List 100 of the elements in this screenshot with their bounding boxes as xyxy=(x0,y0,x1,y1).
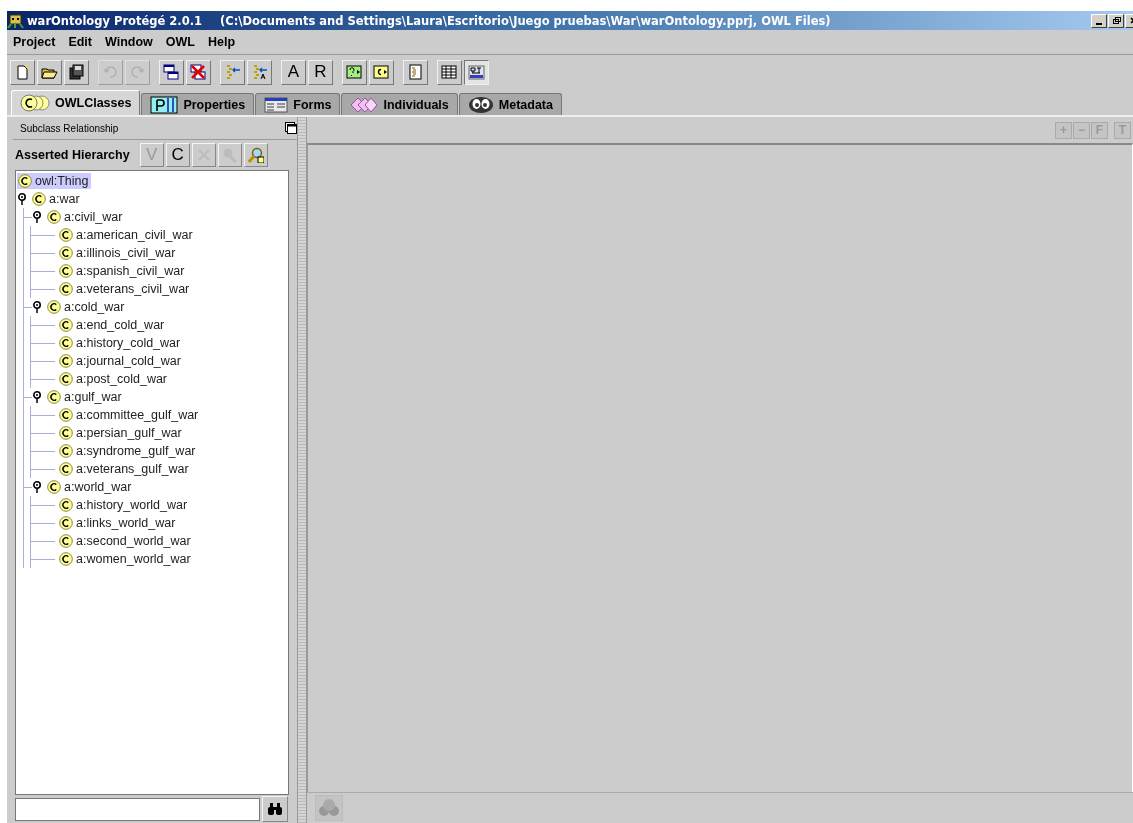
document-button[interactable] xyxy=(403,59,428,85)
tab[interactable]: OWLClasses xyxy=(11,90,141,115)
toolbar-button[interactable]: A xyxy=(281,59,306,85)
class-icon xyxy=(59,246,73,260)
tab[interactable]: Metadata xyxy=(458,93,562,115)
expanded-handle-icon[interactable] xyxy=(32,481,42,493)
tree-item[interactable]: a:gulf_war xyxy=(46,389,124,405)
redo-icon xyxy=(129,63,146,81)
tree-arrow-icon xyxy=(224,63,241,81)
app-logo-icon xyxy=(7,12,24,29)
binoculars-icon xyxy=(318,798,340,818)
tree-item[interactable]: a:cold_war xyxy=(46,299,127,315)
windows-button[interactable] xyxy=(159,59,184,85)
class-icon xyxy=(59,318,73,332)
delete-windows-icon xyxy=(190,63,207,81)
tree-item[interactable]: a:history_cold_war xyxy=(58,335,183,351)
search-field[interactable] xyxy=(15,797,260,821)
class-icon xyxy=(59,336,73,350)
class-icon xyxy=(59,552,73,566)
tree-item[interactable]: a:veterans_civil_war xyxy=(58,281,192,297)
ovals-icon xyxy=(467,95,494,114)
tree-item[interactable]: a:world_war xyxy=(46,479,134,495)
tree-item[interactable]: a:war xyxy=(31,191,82,207)
windows-icon[interactable] xyxy=(285,122,297,134)
table-button[interactable] xyxy=(437,59,462,85)
question-play-button[interactable] xyxy=(342,59,367,85)
windows-icon xyxy=(163,63,180,81)
undo-icon xyxy=(102,63,119,81)
toolbar-button[interactable]: C xyxy=(165,143,190,167)
class-icon xyxy=(59,282,73,296)
tree-item[interactable]: owl:Thing xyxy=(17,173,91,189)
class-icon xyxy=(59,228,73,242)
file-path: (C:\Documents and Settings\Laura\Escritorio\Juego pruebas\War\warOntology.pprj, OWL Files) xyxy=(220,13,831,28)
tree-item[interactable]: a:women_world_war xyxy=(58,551,193,567)
help-button[interactable] xyxy=(464,59,489,85)
class-icon xyxy=(59,534,73,548)
form-icon xyxy=(264,96,289,113)
tree-item[interactable]: a:persian_gulf_war xyxy=(58,425,184,441)
restore-button[interactable] xyxy=(1108,13,1124,28)
restore-icon xyxy=(1111,16,1121,25)
binoculars-icon xyxy=(267,802,283,816)
table-icon xyxy=(441,63,458,81)
properties-icon xyxy=(150,95,179,114)
tab[interactable]: Individuals xyxy=(341,93,458,115)
expanded-handle-icon[interactable] xyxy=(17,193,27,205)
class-play-button[interactable] xyxy=(369,59,394,85)
tree-arrow-button[interactable] xyxy=(220,59,245,85)
class-icon xyxy=(18,174,32,188)
class-icon xyxy=(59,444,73,458)
help-icon xyxy=(468,63,485,81)
menu-item[interactable]: Project xyxy=(13,35,56,49)
search-class-icon xyxy=(247,147,264,163)
tree-item[interactable]: a:american_civil_war xyxy=(58,227,195,243)
minimize-button[interactable] xyxy=(1091,13,1107,28)
save-button[interactable] xyxy=(64,59,89,85)
menu-item[interactable]: Window xyxy=(105,35,153,49)
expanded-handle-icon[interactable] xyxy=(32,211,42,223)
new-file-button[interactable] xyxy=(10,59,35,85)
tree-item[interactable]: a:journal_cold_war xyxy=(58,353,183,369)
class-play-icon xyxy=(373,63,390,81)
class-icon xyxy=(59,516,73,530)
expanded-handle-icon[interactable] xyxy=(32,391,42,403)
tree-item[interactable]: a:veterans_gulf_war xyxy=(58,461,191,477)
tab[interactable]: Properties xyxy=(141,93,255,115)
tree-item[interactable]: a:post_cold_war xyxy=(58,371,170,387)
menu-item[interactable]: Help xyxy=(207,35,236,49)
new-file-icon xyxy=(14,63,31,81)
menu-item[interactable]: Edit xyxy=(68,35,92,49)
tree-item[interactable]: a:illinois_civil_war xyxy=(58,245,178,261)
class-icon xyxy=(47,210,61,224)
save-icon xyxy=(68,63,85,81)
panel-title: Subclass Relationship xyxy=(20,122,120,134)
tree-item[interactable]: a:second_world_war xyxy=(58,533,193,549)
delete-windows-button[interactable] xyxy=(186,59,211,85)
tree-arrow-button[interactable] xyxy=(247,59,272,85)
tree-item[interactable]: a:syndrome_gulf_war xyxy=(58,443,198,459)
minimize-icon xyxy=(1096,22,1102,25)
class-icon xyxy=(47,480,61,494)
class-icon xyxy=(47,390,61,404)
tree-item[interactable]: a:history_world_war xyxy=(58,497,190,513)
classes-icon xyxy=(20,94,50,112)
menu-item[interactable]: OWL xyxy=(165,35,195,49)
tree-arrow-icon xyxy=(251,63,268,81)
question-play-icon xyxy=(346,63,363,81)
class-icon xyxy=(47,300,61,314)
diamonds-icon xyxy=(350,96,379,113)
tree-item[interactable]: a:committee_gulf_war xyxy=(58,407,201,423)
class-icon xyxy=(59,264,73,278)
tree-item[interactable]: a:links_world_war xyxy=(58,515,178,531)
toolbar-button[interactable]: R xyxy=(308,59,333,85)
class-icon xyxy=(32,192,46,206)
tree-item[interactable]: a:civil_war xyxy=(46,209,125,225)
class-icon xyxy=(59,354,73,368)
expanded-handle-icon[interactable] xyxy=(32,301,42,313)
tree-item[interactable]: a:end_cold_war xyxy=(58,317,167,333)
document-icon xyxy=(407,63,424,81)
tab[interactable]: Forms xyxy=(255,93,341,115)
tree-item[interactable]: a:spanish_civil_war xyxy=(58,263,187,279)
open-folder-button[interactable] xyxy=(37,59,62,85)
search-class-button[interactable] xyxy=(243,143,268,167)
